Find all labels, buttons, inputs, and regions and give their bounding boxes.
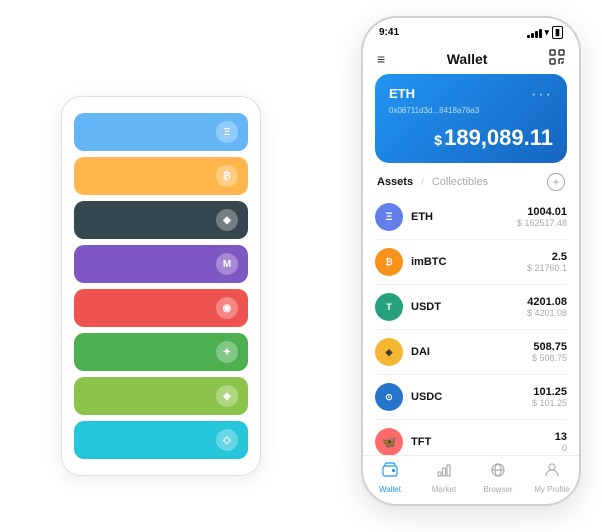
wifi-icon: ▾ — [545, 27, 550, 38]
dai-icon: ◈ — [375, 338, 403, 366]
profile-nav-icon — [544, 462, 560, 483]
stack-card-icon-lgreen: ◈ — [216, 385, 238, 407]
stack-card-icon-dark: ◆ — [216, 209, 238, 231]
currency-symbol: $ — [434, 132, 442, 148]
usdt-icon: T — [375, 293, 403, 321]
market-nav-icon — [436, 462, 452, 483]
asset-item-tft[interactable]: 🦋 TFT 13 0 — [375, 420, 567, 455]
market-nav-label: Market — [432, 485, 456, 494]
dai-secondary: $ 508.75 — [532, 353, 567, 363]
wallet-nav-icon — [382, 462, 398, 483]
phone-frame: 9:41 ▾ ▮ ≡ Wallet — [361, 16, 581, 506]
eth-name: ETH — [411, 211, 517, 223]
nav-profile[interactable]: My Profile — [525, 462, 579, 494]
bottom-nav: Wallet Market — [363, 455, 579, 504]
eth-icon: Ξ — [375, 203, 403, 231]
asset-list: Ξ ETH 1004.01 $ 162517.48 ₿ imBTC 2.5 $ … — [363, 195, 579, 455]
nav-wallet[interactable]: Wallet — [363, 462, 417, 494]
assets-tabs: Assets / Collectibles — [377, 176, 488, 188]
stack-card-teal[interactable]: ◇ — [74, 421, 248, 459]
usdc-amounts: 101.25 $ 101.25 — [532, 386, 567, 408]
tft-icon: 🦋 — [375, 428, 403, 455]
stack-card-icon-green: ✦ — [216, 341, 238, 363]
eth-primary: 1004.01 — [517, 206, 567, 218]
stack-card-icon-purple: M — [216, 253, 238, 275]
balance-coin-label: ETH — [389, 86, 415, 101]
tab-assets[interactable]: Assets — [377, 176, 413, 188]
tft-secondary: 0 — [555, 443, 567, 453]
phone-content: ETH ··· 0x08711d3d...8418a78a3 $189,089.… — [363, 74, 579, 455]
asset-item-dai[interactable]: ◈ DAI 508.75 $ 508.75 — [375, 330, 567, 375]
tft-name: TFT — [411, 436, 555, 448]
dai-primary: 508.75 — [532, 341, 567, 353]
stack-card-purple[interactable]: M — [74, 245, 248, 283]
usdt-amounts: 4201.08 $ 4201.08 — [527, 296, 567, 318]
tft-amounts: 13 0 — [555, 431, 567, 453]
stack-card-orange[interactable]: ₿ — [74, 157, 248, 195]
usdc-primary: 101.25 — [532, 386, 567, 398]
status-icons: ▾ ▮ — [527, 26, 563, 39]
asset-item-usdc[interactable]: ⊙ USDC 101.25 $ 101.25 — [375, 375, 567, 420]
usdc-name: USDC — [411, 391, 532, 403]
balance-address: 0x08711d3d...8418a78a3 — [389, 106, 553, 115]
more-options-icon[interactable]: ··· — [531, 86, 553, 104]
balance-card-header: ETH ··· — [389, 86, 553, 104]
nav-market[interactable]: Market — [417, 462, 471, 494]
imbtc-icon: ₿ — [375, 248, 403, 276]
header-title: Wallet — [447, 51, 488, 67]
battery-icon: ▮ — [552, 26, 563, 39]
stack-card-dark[interactable]: ◆ — [74, 201, 248, 239]
browser-nav-label: Browser — [483, 485, 512, 494]
profile-nav-label: My Profile — [534, 485, 570, 494]
usdt-secondary: $ 4201.08 — [527, 308, 567, 318]
scan-icon[interactable] — [549, 49, 565, 68]
asset-item-imbtc[interactable]: ₿ imBTC 2.5 $ 21760.1 — [375, 240, 567, 285]
menu-icon[interactable]: ≡ — [377, 51, 385, 67]
dai-amounts: 508.75 $ 508.75 — [532, 341, 567, 363]
stack-card-green[interactable]: ✦ — [74, 333, 248, 371]
stack-card-icon-red: ◉ — [216, 297, 238, 319]
stack-card-lightgreen[interactable]: ◈ — [74, 377, 248, 415]
imbtc-secondary: $ 21760.1 — [527, 263, 567, 273]
balance-amount: $189,089.11 — [389, 125, 553, 151]
usdt-primary: 4201.08 — [527, 296, 567, 308]
tab-divider: / — [421, 177, 424, 188]
status-bar: 9:41 ▾ ▮ — [363, 18, 579, 43]
usdc-icon: ⊙ — [375, 383, 403, 411]
balance-value: 189,089.11 — [444, 125, 553, 150]
stack-card-icon-teal: ◇ — [216, 429, 238, 451]
stack-card-icon-btc: ₿ — [216, 165, 238, 187]
card-stack: Ξ ₿ ◆ M ◉ ✦ ◈ ◇ — [61, 96, 261, 476]
tft-primary: 13 — [555, 431, 567, 443]
imbtc-name: imBTC — [411, 256, 527, 268]
app-header: ≡ Wallet — [363, 43, 579, 74]
add-asset-button[interactable]: + — [547, 173, 565, 191]
balance-card[interactable]: ETH ··· 0x08711d3d...8418a78a3 $189,089.… — [375, 74, 567, 163]
tab-collectibles[interactable]: Collectibles — [432, 176, 488, 188]
eth-secondary: $ 162517.48 — [517, 218, 567, 228]
assets-header: Assets / Collectibles + — [363, 163, 579, 195]
stack-card-blue[interactable]: Ξ — [74, 113, 248, 151]
eth-amounts: 1004.01 $ 162517.48 — [517, 206, 567, 228]
status-time: 9:41 — [379, 27, 399, 38]
imbtc-amounts: 2.5 $ 21760.1 — [527, 251, 567, 273]
stack-card-icon: Ξ — [216, 121, 238, 143]
usdc-secondary: $ 101.25 — [532, 398, 567, 408]
usdt-name: USDT — [411, 301, 527, 313]
asset-item-eth[interactable]: Ξ ETH 1004.01 $ 162517.48 — [375, 195, 567, 240]
asset-item-usdt[interactable]: T USDT 4201.08 $ 4201.08 — [375, 285, 567, 330]
browser-nav-icon — [490, 462, 506, 483]
stack-card-red[interactable]: ◉ — [74, 289, 248, 327]
wallet-nav-label: Wallet — [379, 485, 401, 494]
nav-browser[interactable]: Browser — [471, 462, 525, 494]
dai-name: DAI — [411, 346, 532, 358]
imbtc-primary: 2.5 — [527, 251, 567, 263]
